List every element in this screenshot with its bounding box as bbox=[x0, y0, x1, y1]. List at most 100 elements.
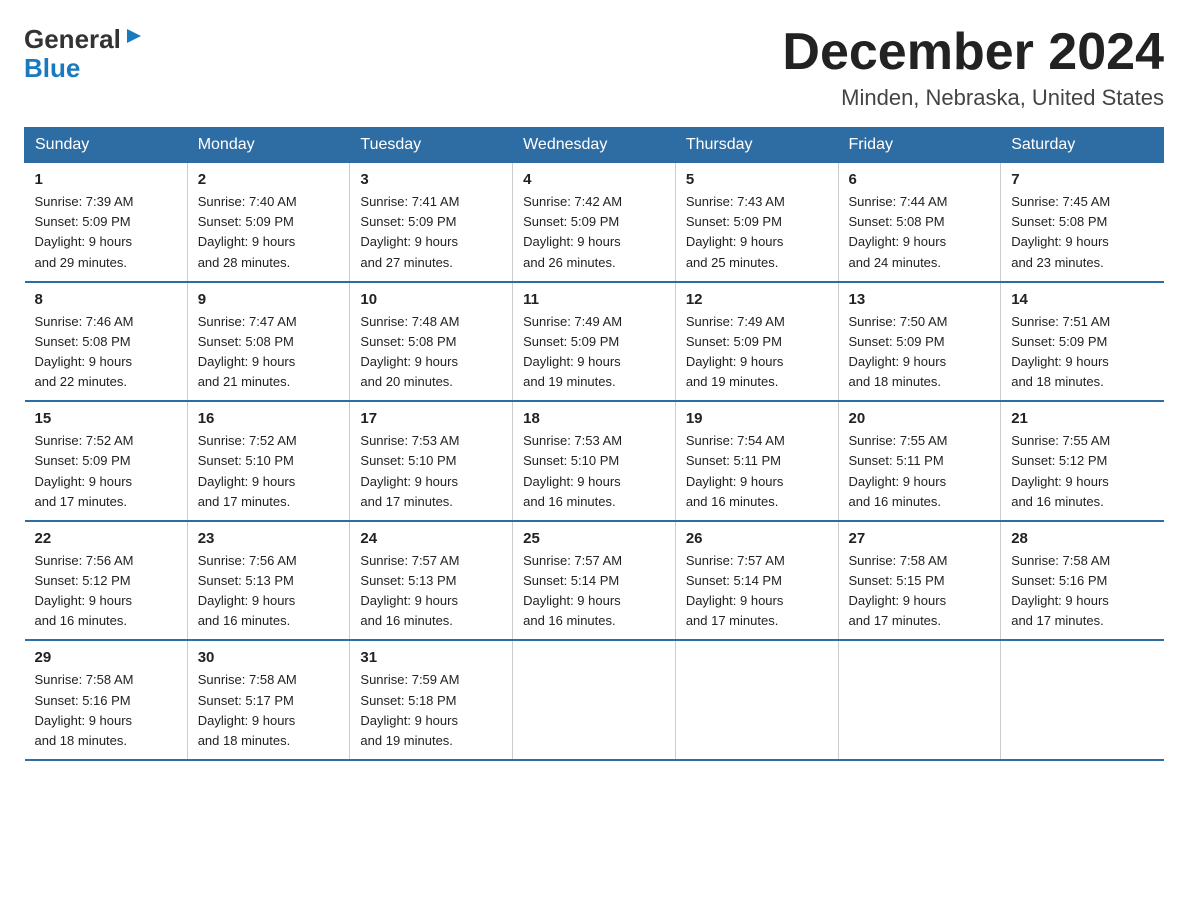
calendar-week-row: 8 Sunrise: 7:46 AM Sunset: 5:08 PM Dayli… bbox=[25, 282, 1164, 402]
day-number: 18 bbox=[523, 410, 665, 427]
day-info: Sunrise: 7:48 AM Sunset: 5:08 PM Dayligh… bbox=[360, 312, 502, 393]
day-number: 2 bbox=[198, 171, 340, 188]
calendar-cell: 19 Sunrise: 7:54 AM Sunset: 5:11 PM Dayl… bbox=[675, 401, 838, 521]
calendar-week-row: 29 Sunrise: 7:58 AM Sunset: 5:16 PM Dayl… bbox=[25, 640, 1164, 760]
day-number: 26 bbox=[686, 530, 828, 547]
day-info: Sunrise: 7:50 AM Sunset: 5:09 PM Dayligh… bbox=[849, 312, 991, 393]
col-thursday: Thursday bbox=[675, 128, 838, 163]
day-info: Sunrise: 7:52 AM Sunset: 5:09 PM Dayligh… bbox=[35, 431, 177, 512]
day-number: 15 bbox=[35, 410, 177, 427]
main-title: December 2024 bbox=[782, 24, 1164, 81]
calendar-header-row: Sunday Monday Tuesday Wednesday Thursday… bbox=[25, 128, 1164, 163]
day-info: Sunrise: 7:53 AM Sunset: 5:10 PM Dayligh… bbox=[523, 431, 665, 512]
day-info: Sunrise: 7:45 AM Sunset: 5:08 PM Dayligh… bbox=[1011, 192, 1153, 273]
calendar-cell bbox=[1001, 640, 1164, 760]
col-monday: Monday bbox=[187, 128, 350, 163]
calendar-cell: 14 Sunrise: 7:51 AM Sunset: 5:09 PM Dayl… bbox=[1001, 282, 1164, 402]
day-number: 29 bbox=[35, 649, 177, 666]
logo-blue-text: Blue bbox=[24, 53, 80, 83]
calendar-cell: 30 Sunrise: 7:58 AM Sunset: 5:17 PM Dayl… bbox=[187, 640, 350, 760]
day-number: 31 bbox=[360, 649, 502, 666]
day-info: Sunrise: 7:59 AM Sunset: 5:18 PM Dayligh… bbox=[360, 670, 502, 751]
day-info: Sunrise: 7:40 AM Sunset: 5:09 PM Dayligh… bbox=[198, 192, 340, 273]
day-info: Sunrise: 7:49 AM Sunset: 5:09 PM Dayligh… bbox=[523, 312, 665, 393]
day-number: 12 bbox=[686, 291, 828, 308]
calendar-cell: 25 Sunrise: 7:57 AM Sunset: 5:14 PM Dayl… bbox=[513, 521, 676, 641]
day-number: 28 bbox=[1011, 530, 1153, 547]
calendar-cell: 29 Sunrise: 7:58 AM Sunset: 5:16 PM Dayl… bbox=[25, 640, 188, 760]
calendar-cell bbox=[838, 640, 1001, 760]
day-info: Sunrise: 7:49 AM Sunset: 5:09 PM Dayligh… bbox=[686, 312, 828, 393]
calendar-cell: 5 Sunrise: 7:43 AM Sunset: 5:09 PM Dayli… bbox=[675, 163, 838, 282]
day-info: Sunrise: 7:43 AM Sunset: 5:09 PM Dayligh… bbox=[686, 192, 828, 273]
day-info: Sunrise: 7:52 AM Sunset: 5:10 PM Dayligh… bbox=[198, 431, 340, 512]
col-friday: Friday bbox=[838, 128, 1001, 163]
calendar-cell: 24 Sunrise: 7:57 AM Sunset: 5:13 PM Dayl… bbox=[350, 521, 513, 641]
day-info: Sunrise: 7:46 AM Sunset: 5:08 PM Dayligh… bbox=[35, 312, 177, 393]
calendar-cell: 3 Sunrise: 7:41 AM Sunset: 5:09 PM Dayli… bbox=[350, 163, 513, 282]
day-info: Sunrise: 7:57 AM Sunset: 5:14 PM Dayligh… bbox=[686, 551, 828, 632]
calendar-cell: 1 Sunrise: 7:39 AM Sunset: 5:09 PM Dayli… bbox=[25, 163, 188, 282]
day-info: Sunrise: 7:41 AM Sunset: 5:09 PM Dayligh… bbox=[360, 192, 502, 273]
day-number: 7 bbox=[1011, 171, 1153, 188]
day-number: 16 bbox=[198, 410, 340, 427]
day-info: Sunrise: 7:55 AM Sunset: 5:11 PM Dayligh… bbox=[849, 431, 991, 512]
calendar-cell: 23 Sunrise: 7:56 AM Sunset: 5:13 PM Dayl… bbox=[187, 521, 350, 641]
day-info: Sunrise: 7:47 AM Sunset: 5:08 PM Dayligh… bbox=[198, 312, 340, 393]
day-info: Sunrise: 7:58 AM Sunset: 5:15 PM Dayligh… bbox=[849, 551, 991, 632]
day-number: 6 bbox=[849, 171, 991, 188]
day-number: 13 bbox=[849, 291, 991, 308]
day-info: Sunrise: 7:39 AM Sunset: 5:09 PM Dayligh… bbox=[35, 192, 177, 273]
calendar-cell: 28 Sunrise: 7:58 AM Sunset: 5:16 PM Dayl… bbox=[1001, 521, 1164, 641]
calendar-cell: 10 Sunrise: 7:48 AM Sunset: 5:08 PM Dayl… bbox=[350, 282, 513, 402]
logo-arrow-icon bbox=[123, 25, 141, 51]
page-header: General Blue December 2024 Minden, Nebra… bbox=[24, 24, 1164, 111]
day-number: 21 bbox=[1011, 410, 1153, 427]
calendar-cell: 17 Sunrise: 7:53 AM Sunset: 5:10 PM Dayl… bbox=[350, 401, 513, 521]
calendar-week-row: 1 Sunrise: 7:39 AM Sunset: 5:09 PM Dayli… bbox=[25, 163, 1164, 282]
title-area: December 2024 Minden, Nebraska, United S… bbox=[782, 24, 1164, 111]
day-number: 1 bbox=[35, 171, 177, 188]
calendar-cell: 21 Sunrise: 7:55 AM Sunset: 5:12 PM Dayl… bbox=[1001, 401, 1164, 521]
calendar-cell: 7 Sunrise: 7:45 AM Sunset: 5:08 PM Dayli… bbox=[1001, 163, 1164, 282]
calendar-table: Sunday Monday Tuesday Wednesday Thursday… bbox=[24, 127, 1164, 761]
calendar-cell: 16 Sunrise: 7:52 AM Sunset: 5:10 PM Dayl… bbox=[187, 401, 350, 521]
day-number: 20 bbox=[849, 410, 991, 427]
calendar-cell bbox=[675, 640, 838, 760]
day-number: 5 bbox=[686, 171, 828, 188]
day-number: 25 bbox=[523, 530, 665, 547]
day-info: Sunrise: 7:51 AM Sunset: 5:09 PM Dayligh… bbox=[1011, 312, 1153, 393]
day-info: Sunrise: 7:53 AM Sunset: 5:10 PM Dayligh… bbox=[360, 431, 502, 512]
day-number: 17 bbox=[360, 410, 502, 427]
day-number: 3 bbox=[360, 171, 502, 188]
day-number: 10 bbox=[360, 291, 502, 308]
day-number: 23 bbox=[198, 530, 340, 547]
col-sunday: Sunday bbox=[25, 128, 188, 163]
calendar-cell: 11 Sunrise: 7:49 AM Sunset: 5:09 PM Dayl… bbox=[513, 282, 676, 402]
col-wednesday: Wednesday bbox=[513, 128, 676, 163]
logo-general-text: General bbox=[24, 24, 121, 55]
calendar-cell: 31 Sunrise: 7:59 AM Sunset: 5:18 PM Dayl… bbox=[350, 640, 513, 760]
calendar-cell: 27 Sunrise: 7:58 AM Sunset: 5:15 PM Dayl… bbox=[838, 521, 1001, 641]
calendar-cell: 20 Sunrise: 7:55 AM Sunset: 5:11 PM Dayl… bbox=[838, 401, 1001, 521]
day-number: 19 bbox=[686, 410, 828, 427]
day-number: 9 bbox=[198, 291, 340, 308]
day-number: 24 bbox=[360, 530, 502, 547]
calendar-cell: 2 Sunrise: 7:40 AM Sunset: 5:09 PM Dayli… bbox=[187, 163, 350, 282]
calendar-cell: 18 Sunrise: 7:53 AM Sunset: 5:10 PM Dayl… bbox=[513, 401, 676, 521]
day-number: 11 bbox=[523, 291, 665, 308]
day-number: 27 bbox=[849, 530, 991, 547]
day-number: 30 bbox=[198, 649, 340, 666]
calendar-cell: 8 Sunrise: 7:46 AM Sunset: 5:08 PM Dayli… bbox=[25, 282, 188, 402]
calendar-cell: 15 Sunrise: 7:52 AM Sunset: 5:09 PM Dayl… bbox=[25, 401, 188, 521]
day-info: Sunrise: 7:42 AM Sunset: 5:09 PM Dayligh… bbox=[523, 192, 665, 273]
calendar-cell bbox=[513, 640, 676, 760]
day-number: 8 bbox=[35, 291, 177, 308]
day-info: Sunrise: 7:55 AM Sunset: 5:12 PM Dayligh… bbox=[1011, 431, 1153, 512]
day-number: 22 bbox=[35, 530, 177, 547]
day-info: Sunrise: 7:57 AM Sunset: 5:13 PM Dayligh… bbox=[360, 551, 502, 632]
col-saturday: Saturday bbox=[1001, 128, 1164, 163]
calendar-cell: 22 Sunrise: 7:56 AM Sunset: 5:12 PM Dayl… bbox=[25, 521, 188, 641]
calendar-cell: 26 Sunrise: 7:57 AM Sunset: 5:14 PM Dayl… bbox=[675, 521, 838, 641]
calendar-cell: 12 Sunrise: 7:49 AM Sunset: 5:09 PM Dayl… bbox=[675, 282, 838, 402]
